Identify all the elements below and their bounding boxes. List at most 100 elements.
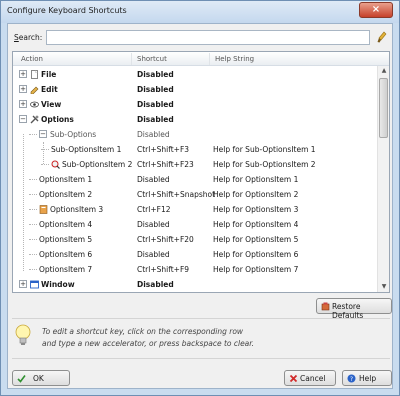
scroll-up-arrow-icon[interactable]: ▲ [380, 67, 388, 75]
tree-connector [29, 239, 37, 240]
tree-connector [29, 134, 37, 135]
shortcut-cell: Disabled [137, 85, 174, 94]
action-cell: Window [41, 280, 75, 289]
table-row[interactable]: OptionsItem 7 Ctrl+Shift+F9 Help for Optio… [13, 262, 377, 277]
file-icon [31, 70, 38, 79]
help-string-cell: Help for OptionsItem 5 [213, 235, 299, 244]
tree-connector [29, 209, 37, 210]
options-icon [30, 115, 39, 124]
tree-connector [29, 224, 37, 225]
expand-icon[interactable]: + [19, 100, 27, 108]
cancel-x-icon [289, 374, 298, 383]
table-row[interactable]: + File Disabled [13, 67, 377, 82]
collapse-icon[interactable]: − [19, 115, 27, 123]
shortcut-cell: Disabled [137, 130, 170, 139]
sub-options-item-icon [51, 160, 60, 169]
shortcut-cell: Disabled [137, 100, 174, 109]
help-button[interactable]: ? Help [342, 370, 392, 386]
shortcut-cell: Ctrl+Shift+F3 [137, 145, 190, 154]
view-icon [30, 101, 39, 108]
action-cell: OptionsItem 2 [39, 190, 93, 199]
shortcut-cell: Ctrl+Shift+F20 [137, 235, 194, 244]
table-row[interactable]: OptionsItem 3 Ctrl+F12 Help for OptionsIte… [13, 202, 377, 217]
configure-shortcuts-dialog: Configure Keyboard Shortcuts × Search: A… [0, 0, 400, 396]
table-row[interactable]: OptionsItem 2 Ctrl+Shift+Snapshot Help for… [13, 187, 377, 202]
table-row[interactable]: OptionsItem 6 Disabled Help for OptionsIte… [13, 247, 377, 262]
tree-connector [29, 179, 37, 180]
search-row: Search: [12, 30, 390, 46]
ok-button[interactable]: OK [12, 370, 70, 386]
shortcut-cell: Ctrl+Shift+F23 [137, 160, 194, 169]
table-row[interactable]: + Window Disabled [13, 277, 377, 292]
restore-defaults-button[interactable]: Restore Defaults [316, 298, 392, 320]
clear-search-icon[interactable] [376, 31, 388, 44]
column-header-action[interactable]: Action [21, 55, 43, 63]
divider [12, 358, 390, 359]
action-cell: OptionsItem 1 [39, 175, 93, 184]
expand-icon[interactable]: + [19, 280, 27, 288]
table-row[interactable]: Sub-OptionsItem 1 Ctrl+Shift+F3 Help for S… [13, 142, 377, 157]
edit-icon [30, 86, 39, 94]
shortcut-cell: Disabled [137, 250, 170, 259]
collapse-icon[interactable]: − [39, 130, 47, 138]
action-cell: Options [41, 115, 74, 124]
table-row[interactable]: OptionsItem 4 Disabled Help for OptionsIte… [13, 217, 377, 232]
action-cell: Sub-OptionsItem 2 [62, 160, 133, 169]
restore-icon [321, 302, 330, 311]
table-row[interactable]: + Edit Disabled [13, 82, 377, 97]
action-cell: OptionsItem 7 [39, 265, 93, 274]
action-cell: OptionsItem 4 [39, 220, 93, 229]
tree-connector [29, 269, 37, 270]
tree-connector [41, 164, 49, 165]
scroll-down-arrow-icon[interactable]: ▼ [380, 283, 388, 291]
options-item-icon [39, 205, 48, 214]
shortcuts-table: Action Shortcut Help String + File Disable… [12, 51, 390, 293]
title-bar: Configure Keyboard Shortcuts × [1, 1, 399, 23]
table-row[interactable]: OptionsItem 5 Ctrl+Shift+F20 Help for Opti… [13, 232, 377, 247]
table-row[interactable]: − Sub-Options Disabled [13, 127, 377, 142]
window-title: Configure Keyboard Shortcuts [7, 6, 127, 15]
tree-guide-line [43, 142, 44, 164]
hint-line-2: and type a new accelerator, or press bac… [42, 339, 255, 348]
shortcut-cell: Disabled [137, 220, 170, 229]
table-row[interactable]: Sub-OptionsItem 2 Ctrl+Shift+F23 Help for … [13, 157, 377, 172]
window-icon [30, 280, 39, 289]
search-label: Search: [14, 33, 43, 42]
table-row[interactable]: OptionsItem 1 Disabled Help for OptionsIte… [13, 172, 377, 187]
shortcut-cell: Ctrl+F12 [137, 205, 171, 214]
help-icon: ? [347, 374, 356, 383]
shortcut-cell: Disabled [137, 280, 174, 289]
cancel-button[interactable]: Cancel [284, 370, 336, 386]
help-string-cell: Help for OptionsItem 7 [213, 265, 299, 274]
table-header: Action Shortcut Help String [13, 52, 389, 66]
tree-connector [29, 254, 37, 255]
action-cell: Edit [41, 85, 58, 94]
table-row[interactable]: − Options Disabled [13, 112, 377, 127]
help-string-cell: Help for OptionsItem 4 [213, 220, 299, 229]
action-cell: OptionsItem 5 [39, 235, 93, 244]
action-cell: OptionsItem 3 [50, 205, 104, 214]
dialog-body: Search: Action Shortcut Help String + Fil… [7, 23, 393, 389]
tree-guide-line [23, 134, 24, 271]
search-input[interactable] [46, 30, 370, 45]
column-header-help[interactable]: Help String [215, 55, 254, 63]
help-string-cell: Help for Sub-OptionsItem 1 [213, 145, 316, 154]
vertical-scrollbar[interactable]: ▲ ▼ [377, 66, 389, 292]
table-row[interactable]: + View Disabled [13, 97, 377, 112]
shortcut-cell: Ctrl+Shift+Snapshot [137, 190, 216, 199]
expand-icon[interactable]: + [19, 85, 27, 93]
column-separator[interactable] [209, 53, 210, 65]
shortcut-cell: Disabled [137, 115, 174, 124]
expand-icon[interactable]: + [19, 70, 27, 78]
svg-text:?: ? [350, 376, 353, 383]
shortcut-cell: Ctrl+Shift+F9 [137, 265, 190, 274]
column-header-shortcut[interactable]: Shortcut [137, 55, 167, 63]
ok-label: OK [33, 374, 44, 383]
close-button[interactable]: × [359, 2, 393, 18]
help-string-cell: Help for OptionsItem 2 [213, 190, 299, 199]
help-string-cell: Help for OptionsItem 1 [213, 175, 299, 184]
help-string-cell: Help for Sub-OptionsItem 2 [213, 160, 316, 169]
divider [12, 318, 390, 319]
column-separator[interactable] [131, 53, 132, 65]
scrollbar-thumb[interactable] [379, 78, 388, 138]
